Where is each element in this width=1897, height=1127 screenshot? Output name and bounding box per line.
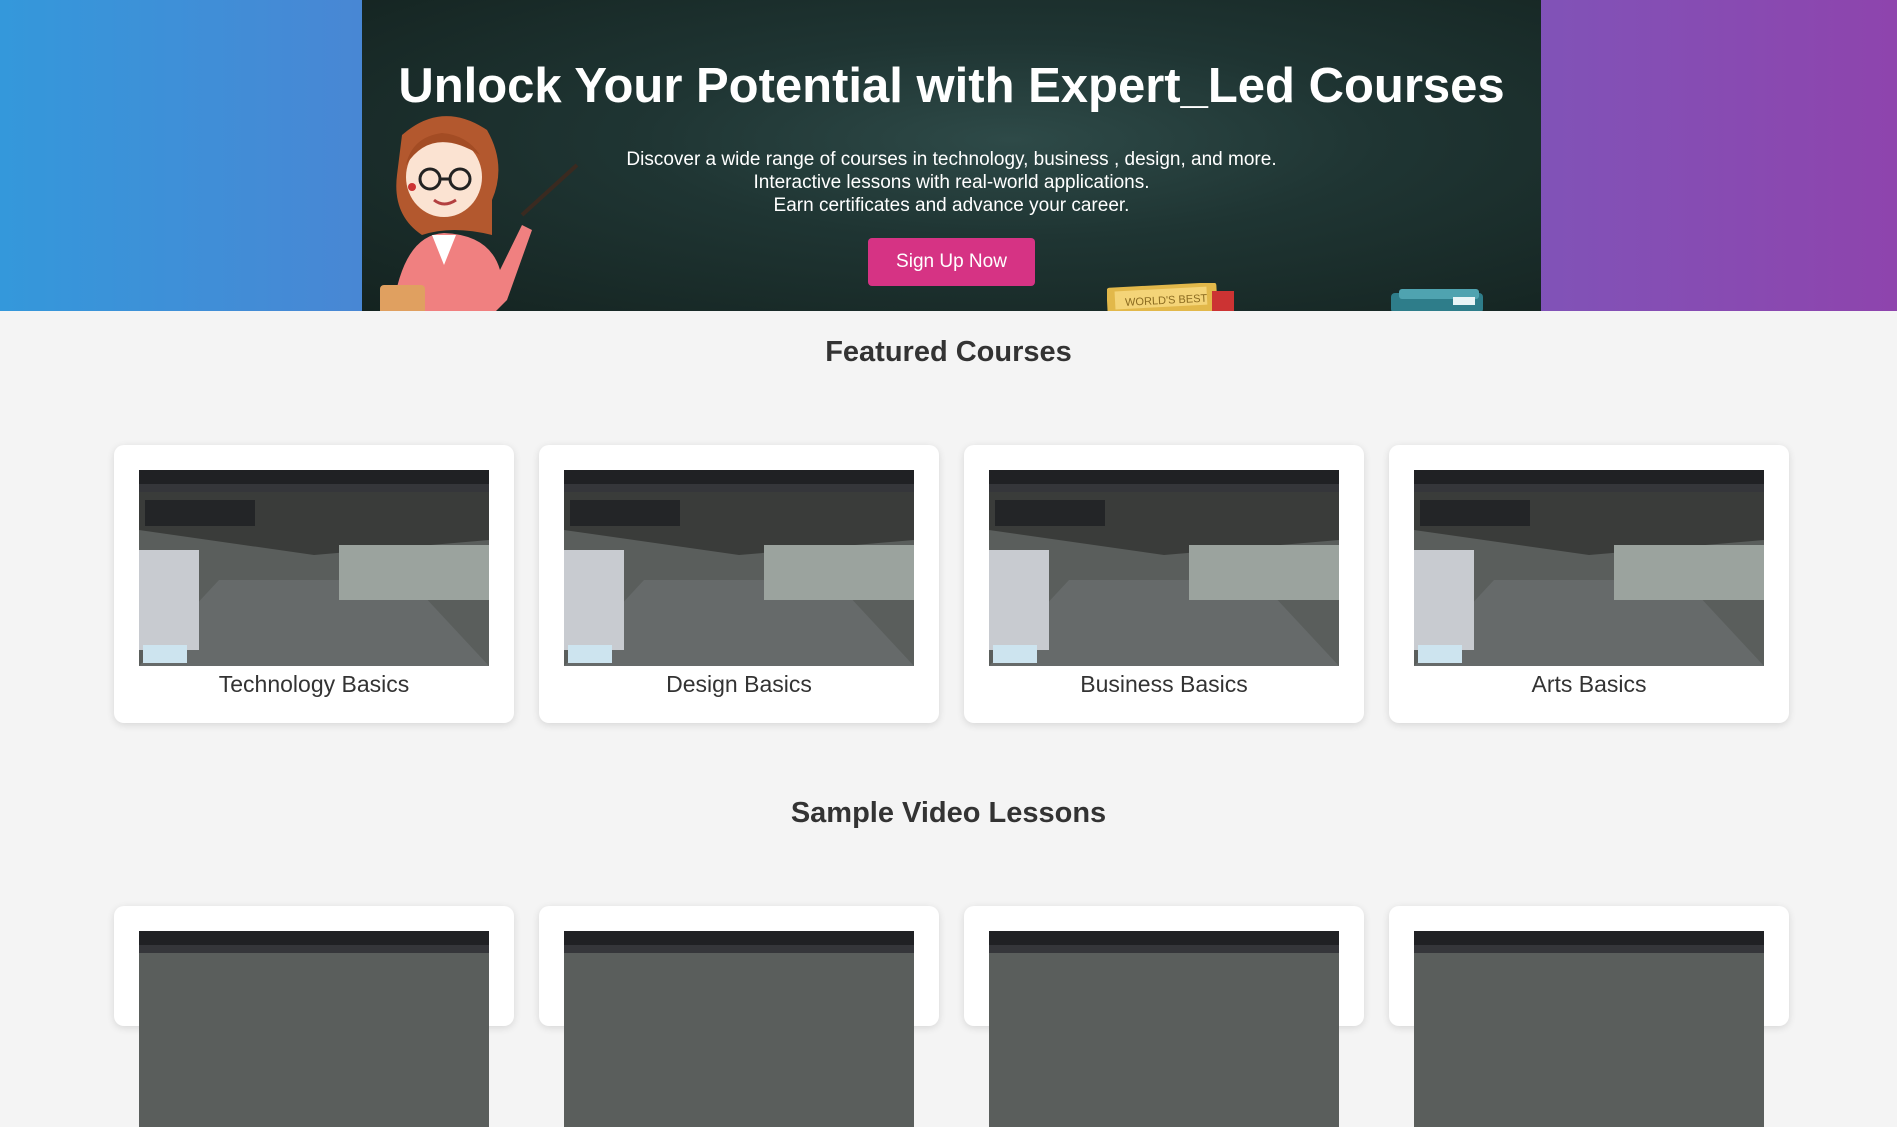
featured-courses-grid: Technology Basics Design Basics Business…	[114, 445, 1789, 723]
video-card[interactable]	[114, 906, 514, 1127]
featured-courses-heading: Featured Courses	[825, 336, 1072, 368]
course-title: Business Basics	[1080, 671, 1248, 697]
hero-line: Interactive lessons with real-world appl…	[753, 172, 1150, 193]
video-thumbnail[interactable]	[139, 931, 489, 1127]
video-lessons-heading: Sample Video Lessons	[790, 797, 1107, 829]
course-card[interactable]: Arts Basics	[1389, 445, 1789, 723]
course-thumbnail	[1414, 470, 1764, 666]
hero-title: Unlock Your Potential with Expert_Led Co…	[398, 59, 1505, 113]
video-lessons-grid	[114, 906, 1789, 1127]
video-thumbnail[interactable]	[1414, 931, 1764, 1127]
course-card[interactable]: Business Basics	[964, 445, 1364, 723]
course-title: Design Basics	[666, 671, 812, 697]
video-card[interactable]	[964, 906, 1364, 1127]
books-decoration-icon: WORLD'S BEST	[1107, 283, 1234, 311]
course-thumbnail	[564, 470, 914, 666]
sign-up-button[interactable]: Sign Up Now	[868, 238, 1035, 286]
course-thumbnail	[989, 470, 1339, 666]
hero-line: Earn certificates and advance your caree…	[773, 195, 1130, 216]
course-card[interactable]: Technology Basics	[114, 445, 514, 723]
course-title: Arts Basics	[1531, 671, 1647, 697]
video-card[interactable]	[1389, 906, 1789, 1127]
stacked-books-icon	[1391, 289, 1483, 311]
video-thumbnail[interactable]	[989, 931, 1339, 1127]
hero-line: Discover a wide range of courses in tech…	[626, 149, 1277, 170]
hero-banner: Unlock Your Potential with Expert_Led Co…	[0, 0, 1897, 311]
video-card[interactable]	[539, 906, 939, 1127]
course-title: Technology Basics	[218, 671, 410, 697]
video-thumbnail[interactable]	[564, 931, 914, 1127]
hero-background-image: Unlock Your Potential with Expert_Led Co…	[362, 0, 1541, 311]
hero-description: Discover a wide range of courses in tech…	[362, 148, 1541, 217]
course-thumbnail	[139, 470, 489, 666]
course-card[interactable]: Design Basics	[539, 445, 939, 723]
